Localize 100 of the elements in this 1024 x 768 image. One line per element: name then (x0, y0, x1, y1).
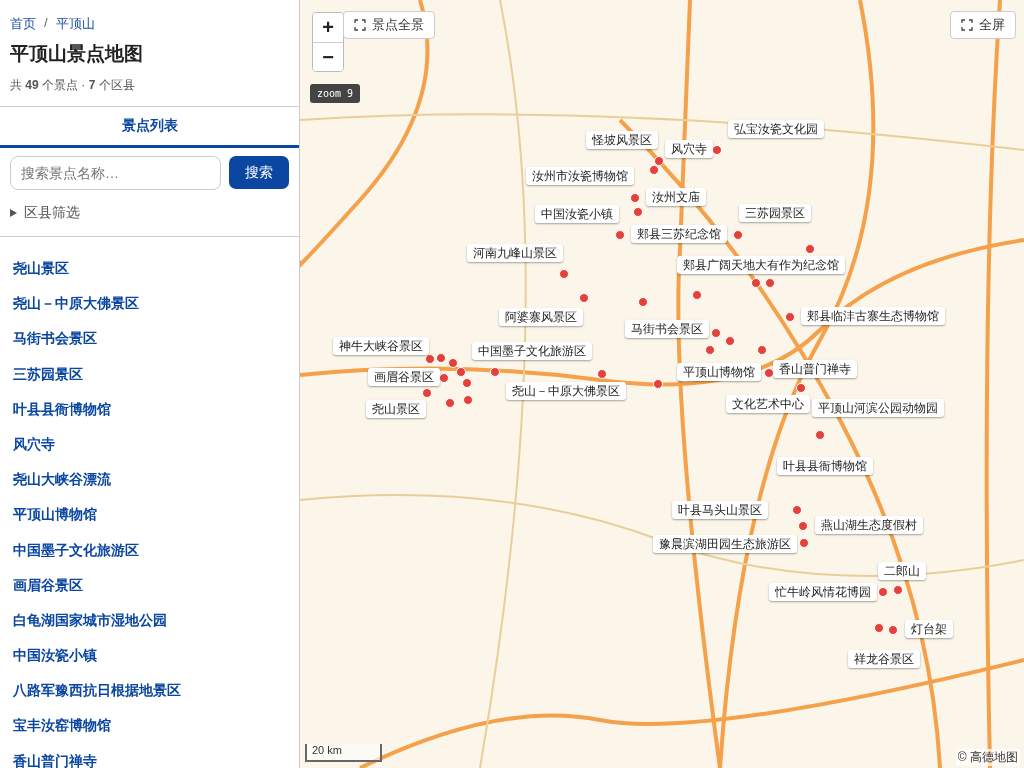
scenic-spot-link[interactable]: 中国汝瓷小镇 (0, 638, 299, 674)
spot-label[interactable]: 郏县广阔天地大有作为纪念馆 (677, 256, 845, 274)
map-marker[interactable] (445, 398, 455, 408)
spot-label[interactable]: 神牛大峡谷景区 (333, 337, 429, 355)
map-marker[interactable] (633, 207, 643, 217)
spot-label[interactable]: 叶县马头山景区 (672, 501, 768, 519)
summary-text: 共 49 个景点 · 7 个区县 (10, 77, 136, 94)
map-marker[interactable] (799, 538, 809, 548)
scenic-spot-link[interactable]: 三苏园景区 (0, 356, 299, 392)
map-marker[interactable] (725, 336, 735, 346)
map-marker[interactable] (615, 230, 625, 240)
spot-label[interactable]: 文化艺术中心 (726, 395, 810, 413)
search-field[interactable]: 搜索景点名称… (10, 156, 221, 190)
scenic-spot-link[interactable]: 画眉谷景区 (0, 567, 299, 603)
spot-label[interactable]: 中国汝瓷小镇 (535, 205, 619, 223)
spot-label[interactable]: 平顶山河滨公园动物园 (812, 399, 944, 417)
spot-label[interactable]: 汝州市汝瓷博物馆 (526, 167, 634, 185)
list-tab[interactable]: 景点列表 (0, 107, 299, 148)
spot-label[interactable]: 中国墨子文化旅游区 (472, 342, 592, 360)
scenic-spot-link[interactable]: 平顶山博物馆 (0, 497, 299, 533)
spot-label[interactable]: 尧山景区 (366, 400, 426, 418)
scenic-spot-link[interactable]: 尧山大峡谷漂流 (0, 462, 299, 498)
spot-label[interactable]: 祥龙谷景区 (848, 650, 920, 668)
map-marker[interactable] (456, 367, 466, 377)
map-marker[interactable] (649, 165, 659, 175)
map-marker[interactable] (436, 353, 446, 363)
map-marker[interactable] (692, 290, 702, 300)
breadcrumb-separator: / (44, 15, 48, 32)
spot-label[interactable]: 风穴寺 (665, 140, 713, 158)
scenic-spot-link[interactable]: 白龟湖国家城市湿地公园 (0, 602, 299, 639)
map-attribution: © 高德地图 (955, 749, 1020, 766)
scenic-spot-link[interactable]: 叶县县衙博物馆 (0, 391, 299, 427)
map-marker[interactable] (798, 521, 808, 531)
map-marker[interactable] (751, 278, 761, 288)
spot-label[interactable]: 郏县临沣古寨生态博物馆 (801, 307, 945, 325)
map-marker[interactable] (462, 378, 472, 388)
overview-button[interactable]: 景点全景 (343, 11, 435, 39)
scenic-spot-link[interactable]: 尧山景区 (0, 251, 299, 287)
spot-label[interactable]: 河南九峰山景区 (467, 244, 563, 262)
map-marker[interactable] (893, 585, 903, 595)
spot-label[interactable]: 豫晨滨湖田园生态旅游区 (653, 535, 797, 553)
scenic-spot-link[interactable]: 风穴寺 (0, 426, 299, 463)
spot-label[interactable]: 郏县三苏纪念馆 (631, 225, 727, 243)
zoom-out-button[interactable]: − (313, 42, 343, 71)
map-marker[interactable] (422, 388, 432, 398)
scenic-spot-link[interactable]: 八路军豫西抗日根据地景区 (0, 673, 299, 709)
fullscreen-icon (961, 19, 973, 31)
spot-label[interactable]: 忙牛岭风情花博园 (769, 583, 877, 601)
scenic-spot-link[interactable]: 尧山－中原大佛景区 (0, 286, 299, 322)
map-marker[interactable] (490, 367, 500, 377)
spot-label[interactable]: 阿婆寨风景区 (499, 308, 583, 326)
spot-label[interactable]: 平顶山博物馆 (677, 363, 761, 381)
map-marker[interactable] (705, 345, 715, 355)
map-marker[interactable] (815, 430, 825, 440)
expand-icon (354, 19, 366, 31)
spot-label[interactable]: 香山普门禅寺 (773, 360, 857, 378)
spot-label[interactable]: 尧山－中原大佛景区 (506, 382, 626, 400)
scenic-spot-link[interactable]: 宝丰汝窑博物馆 (0, 708, 299, 744)
map-marker[interactable] (463, 395, 473, 405)
scenic-spot-link[interactable]: 香山普门禅寺 (0, 743, 299, 768)
map-marker[interactable] (711, 328, 721, 338)
breadcrumb-link[interactable]: 首页 (10, 15, 36, 33)
zoom-level-badge: zoom 9 (310, 84, 361, 103)
breadcrumb-link[interactable]: 平顶山 (55, 15, 95, 33)
spot-label[interactable]: 二郎山 (878, 562, 926, 580)
map-marker[interactable] (805, 244, 815, 254)
spot-label[interactable]: 燕山湖生态度假村 (815, 516, 923, 534)
map-marker[interactable] (597, 369, 607, 379)
map-marker[interactable] (765, 278, 775, 288)
district-filter-toggle[interactable]: 区县筛选 (0, 190, 299, 237)
map-marker[interactable] (653, 379, 663, 389)
spot-label[interactable]: 怪坡风景区 (586, 131, 658, 149)
search-button[interactable]: 搜索 (229, 156, 289, 189)
map-marker[interactable] (785, 312, 795, 322)
map-marker[interactable] (757, 345, 767, 355)
map-marker[interactable] (733, 230, 743, 240)
scenic-spot-link[interactable]: 马街书会景区 (0, 321, 299, 357)
map-marker[interactable] (792, 505, 802, 515)
page-title: 平顶山景点地图 (10, 42, 144, 66)
spot-label[interactable]: 弘宝汝瓷文化园 (728, 120, 824, 138)
fullscreen-button[interactable]: 全屏 (950, 11, 1016, 39)
map-marker[interactable] (638, 297, 648, 307)
spot-label[interactable]: 马街书会景区 (625, 320, 709, 338)
spot-label[interactable]: 汝州文庙 (646, 188, 706, 206)
map-marker[interactable] (888, 625, 898, 635)
spot-label[interactable]: 叶县县衙博物馆 (777, 457, 873, 475)
scale-bar: 20 km (305, 744, 382, 762)
spot-label[interactable]: 灯台架 (905, 620, 953, 638)
spot-label[interactable]: 画眉谷景区 (368, 368, 440, 386)
map-marker[interactable] (425, 354, 435, 364)
map-marker[interactable] (448, 358, 458, 368)
map-marker[interactable] (559, 269, 569, 279)
map-marker[interactable] (878, 587, 888, 597)
scenic-spot-link[interactable]: 中国墨子文化旅游区 (0, 532, 299, 568)
map-marker[interactable] (654, 156, 664, 166)
map-marker[interactable] (579, 293, 589, 303)
map-marker[interactable] (796, 383, 806, 393)
spot-label[interactable]: 三苏园景区 (739, 204, 811, 222)
map-marker[interactable] (630, 193, 640, 203)
map-marker[interactable] (874, 623, 884, 633)
